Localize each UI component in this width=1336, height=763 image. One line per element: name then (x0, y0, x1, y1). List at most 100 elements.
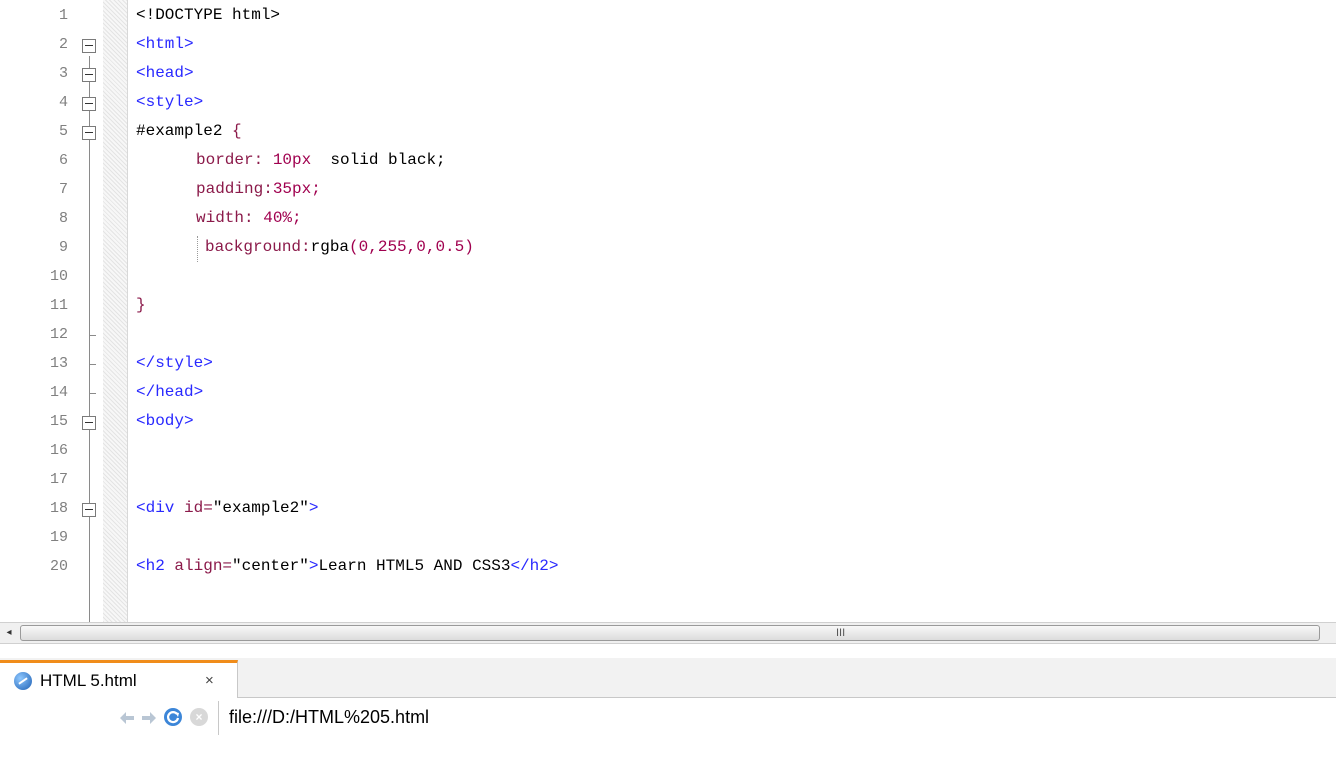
line-number: 16 (49, 442, 68, 459)
code-text: <div id="example2"> (136, 499, 318, 517)
tag-text: > (308, 499, 319, 517)
code-line[interactable]: 16 (0, 437, 1336, 466)
tag-text: <style> (136, 93, 204, 111)
code-line[interactable]: 12 (0, 321, 1336, 350)
fold-toggle-icon[interactable] (82, 503, 96, 517)
css-number: (0,255,0,0.5) (349, 238, 474, 256)
css-number: 10px (272, 151, 312, 169)
line-number: 3 (58, 65, 68, 82)
line-number: 1 (58, 7, 68, 24)
code-line[interactable]: 14 </head> (0, 379, 1336, 408)
code-text: <style> (136, 93, 203, 111)
arrow-right-icon[interactable] (140, 709, 158, 727)
code-text: #example2 { (136, 122, 242, 140)
doctype-text: <!DOCTYPE html> (136, 6, 281, 24)
tag-text: <div (136, 499, 185, 517)
code-text: <head> (136, 64, 194, 82)
code-text: </head> (136, 383, 203, 401)
tag-text: > (308, 557, 319, 575)
browser-tab-bar: HTML 5.html × (0, 658, 1336, 698)
line-number: 17 (49, 471, 68, 488)
close-icon[interactable]: × (205, 672, 214, 689)
address-bar[interactable]: file:///D:/HTML%205.html (218, 701, 1336, 735)
brace: { (222, 122, 242, 140)
tag-text: </h2> (510, 557, 559, 575)
stop-icon[interactable]: × (190, 708, 208, 726)
code-line-current[interactable]: 9 background:rgba(0,255,0,0.5) (0, 234, 1336, 263)
line-number: 7 (58, 181, 68, 198)
fold-toggle-icon[interactable] (82, 39, 96, 53)
code-line[interactable]: 4 <style> (0, 89, 1336, 118)
code-line[interactable]: 7 padding:35px; (0, 176, 1336, 205)
code-line[interactable]: 17 (0, 466, 1336, 495)
code-text: </style> (136, 354, 213, 372)
horizontal-scrollbar[interactable]: ◂ III (0, 622, 1336, 644)
tag-text: <head> (136, 64, 194, 82)
brace: } (136, 296, 146, 314)
code-text: <!DOCTYPE html> (136, 6, 280, 24)
code-line[interactable]: 8 width: 40%; (0, 205, 1336, 234)
scrollbar-thumb[interactable]: III (20, 625, 1320, 641)
line-number: 8 (58, 210, 68, 227)
code-line[interactable]: 5 #example2 { (0, 118, 1336, 147)
css-number: 35px; (272, 180, 321, 198)
code-line[interactable]: 3 <head> (0, 60, 1336, 89)
code-text: padding:35px; (196, 180, 321, 198)
line-number: 15 (49, 413, 68, 430)
arrow-left-icon[interactable] (118, 709, 136, 727)
fold-toggle-icon[interactable] (82, 126, 96, 140)
line-number: 6 (58, 152, 68, 169)
attribute-name: id= (184, 499, 213, 517)
line-number: 9 (58, 239, 68, 256)
browser-nav-bar: × file:///D:/HTML%205.html (0, 699, 1336, 737)
line-number: 20 (49, 558, 68, 575)
tag-text: <h2 (136, 557, 175, 575)
line-number: 14 (49, 384, 68, 401)
fold-end-marker (89, 364, 96, 365)
code-text: <html> (136, 35, 194, 53)
tag-text: </head> (136, 383, 204, 401)
tab-html5[interactable]: HTML 5.html × (0, 660, 238, 698)
line-number: 18 (49, 500, 68, 517)
code-text: width: 40%; (196, 209, 302, 227)
line-number: 13 (49, 355, 68, 372)
css-function: rgba (310, 238, 350, 256)
line-number: 10 (49, 268, 68, 285)
code-line[interactable]: 10 (0, 263, 1336, 292)
reload-icon[interactable] (163, 707, 183, 727)
css-number: 40%; (263, 209, 302, 227)
code-line[interactable]: 6 border: 10px solid black; (0, 147, 1336, 176)
line-number: 4 (58, 94, 68, 111)
css-property: border: (196, 151, 273, 169)
fold-end-marker (89, 393, 96, 394)
code-line[interactable]: 20 <h2 align="center">Learn HTML5 AND CS… (0, 553, 1336, 582)
fold-toggle-icon[interactable] (82, 68, 96, 82)
css-selector: #example2 (136, 122, 223, 140)
tag-text: <body> (136, 412, 194, 430)
code-line[interactable]: 2 <html> (0, 31, 1336, 60)
code-text: background:rgba(0,255,0,0.5) (205, 238, 474, 256)
code-line[interactable]: 11 } (0, 292, 1336, 321)
code-line[interactable]: 13 </style> (0, 350, 1336, 379)
css-value: solid black; (311, 151, 446, 169)
fold-toggle-icon[interactable] (82, 416, 96, 430)
fold-toggle-icon[interactable] (82, 97, 96, 111)
code-line[interactable]: 18 <div id="example2"> (0, 495, 1336, 524)
code-line[interactable]: 1 <!DOCTYPE html> (0, 2, 1336, 31)
heading-text: Learn HTML5 AND CSS3 (318, 557, 511, 575)
tag-text: </style> (136, 354, 213, 372)
window-bottom (0, 737, 1336, 763)
attribute-value: "example2" (212, 499, 309, 517)
line-number: 5 (58, 123, 68, 140)
indent-guide (197, 236, 198, 262)
panel-separator (0, 644, 1336, 658)
tag-text: <html> (136, 35, 194, 53)
scroll-left-icon[interactable]: ◂ (0, 623, 18, 643)
grip-icon: III (836, 627, 846, 639)
css-property: padding: (196, 180, 273, 198)
code-line[interactable]: 15 <body> (0, 408, 1336, 437)
tab-label: HTML 5.html (40, 671, 137, 690)
code-line[interactable]: 19 (0, 524, 1336, 553)
code-editor[interactable]: 1 <!DOCTYPE html> 2 <html> 3 <head> 4 <s… (0, 0, 1336, 622)
code-text: <h2 align="center">Learn HTML5 AND CSS3<… (136, 557, 558, 575)
